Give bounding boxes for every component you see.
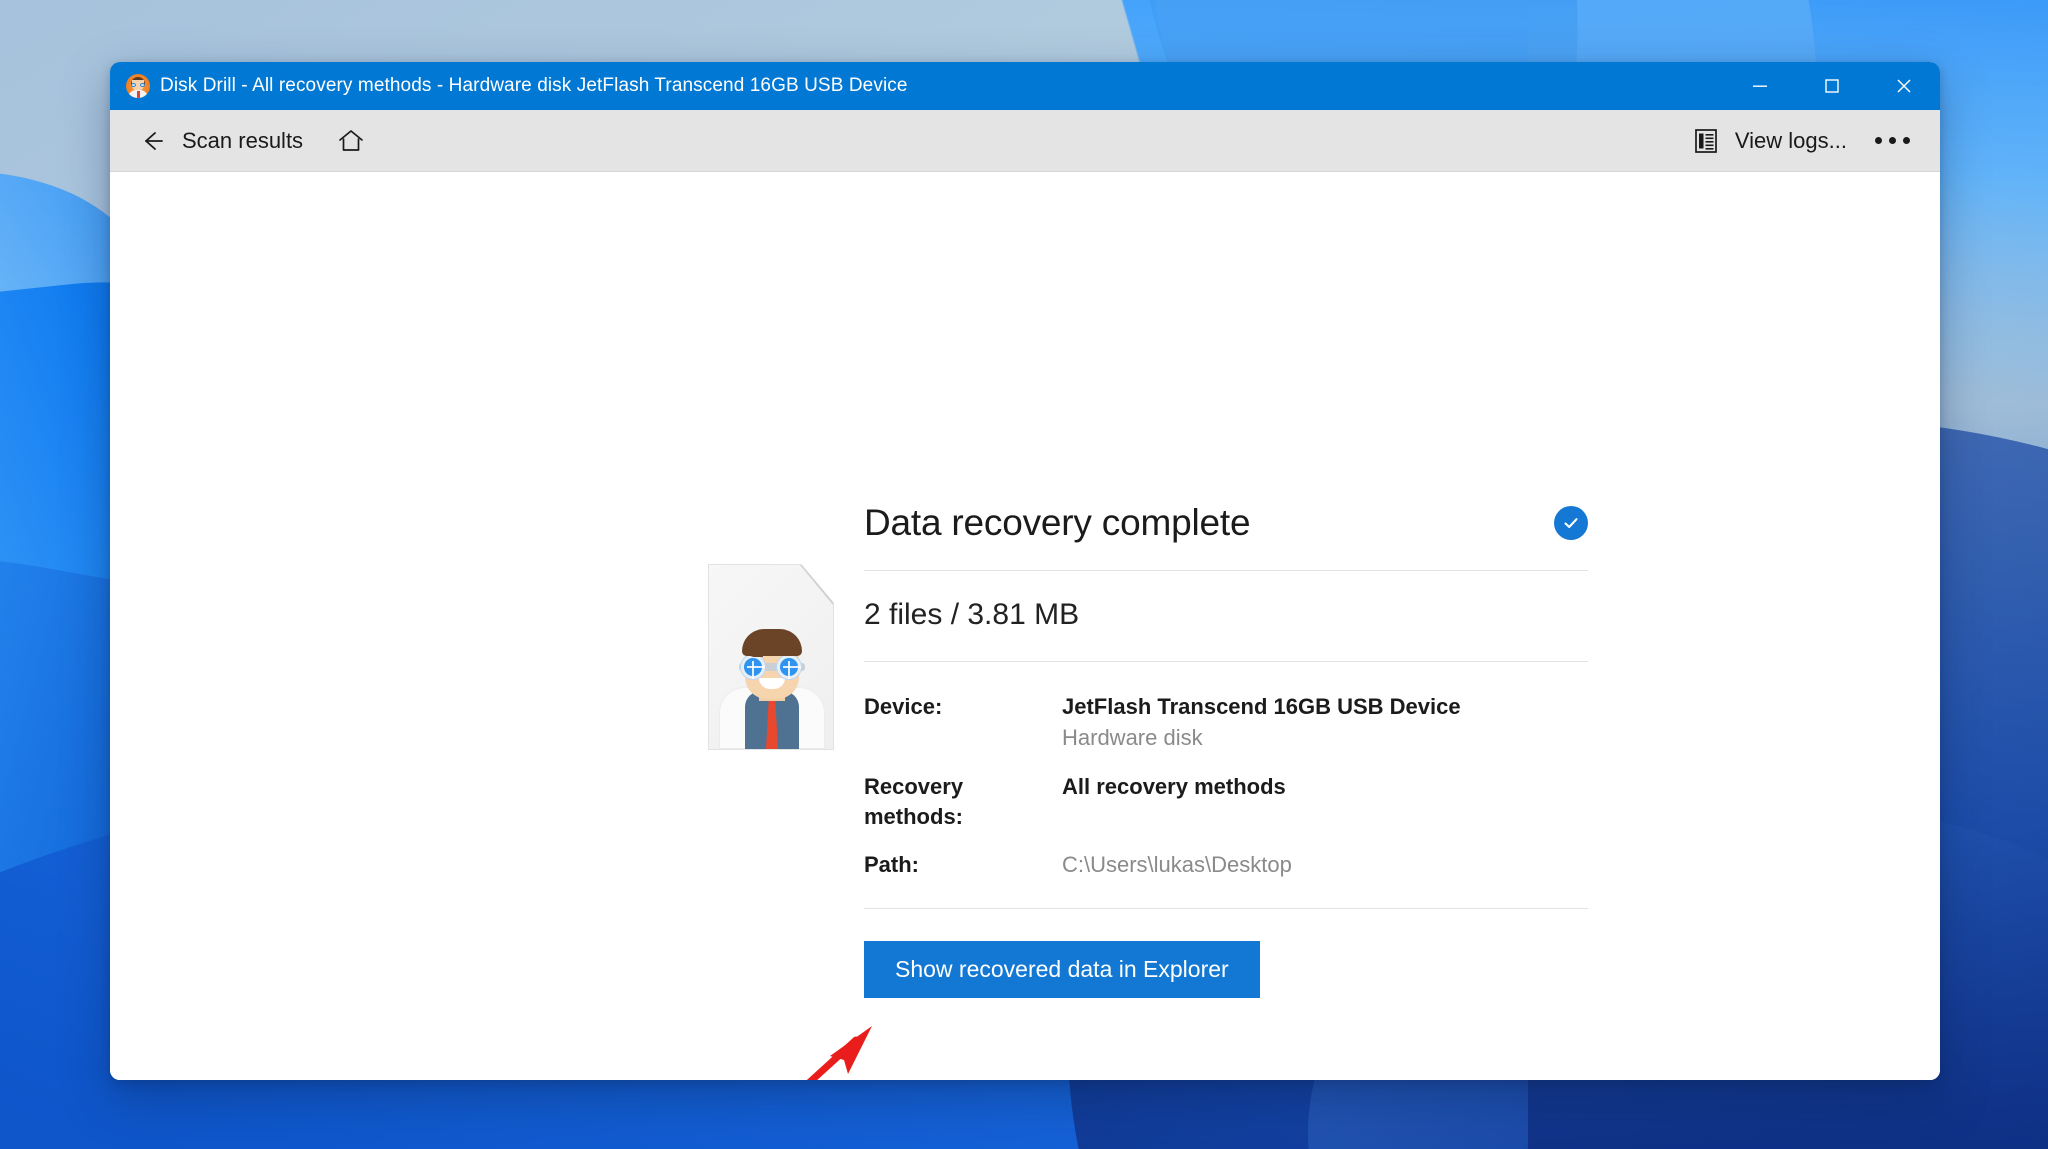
window-title: Disk Drill - All recovery methods - Hard… [160, 75, 908, 96]
back-arrow-icon [145, 131, 163, 150]
detail-label: Path: [864, 852, 919, 877]
content-area: Data recovery complete 2 files / 3.81 MB [110, 172, 1940, 1080]
detail-row-path: Path: C:\Users\lukas\Desktop [864, 850, 1588, 880]
recovery-result-card: Data recovery complete 2 files / 3.81 MB [708, 502, 1588, 998]
headline-row: Data recovery complete [864, 502, 1588, 570]
close-icon [1897, 79, 1911, 93]
more-ellipsis-icon [1875, 137, 1882, 144]
page-title: Data recovery complete [864, 502, 1251, 543]
file-summary: 2 files / 3.81 MB [864, 598, 1080, 631]
minimize-icon [1753, 85, 1767, 87]
checkmark-icon [1564, 518, 1578, 529]
desktop-background: Disk Drill - All recovery methods - Hard… [0, 0, 2048, 1149]
toolbar-right-group: View logs... [1677, 110, 1940, 172]
document-with-scientist-icon [708, 564, 834, 750]
minimize-button[interactable] [1724, 62, 1796, 110]
toolbar-title-label: Scan results [182, 127, 304, 153]
maximize-button[interactable] [1796, 62, 1868, 110]
red-pointer-arrow [806, 1026, 872, 1080]
title-bar: Disk Drill - All recovery methods - Hard… [110, 62, 1940, 110]
detail-row-recovery-methods: Recovery methods: All recovery methods [864, 772, 1588, 832]
action-area: Show recovered data in Explorer [864, 909, 1588, 998]
more-options-button[interactable] [1859, 110, 1940, 172]
detail-label: Device: [864, 694, 943, 719]
home-icon [339, 129, 363, 151]
scan-results-title: Scan results [182, 110, 321, 172]
detail-table: Device: JetFlash Transcend 16GB USB Devi… [864, 662, 1588, 908]
detail-subvalue: Hardware disk [1062, 725, 1203, 750]
home-button[interactable] [321, 110, 381, 172]
detail-value: All recovery methods [1062, 774, 1286, 799]
view-logs-button[interactable]: View logs... [1677, 110, 1859, 172]
show-recovered-data-button[interactable]: Show recovered data in Explorer [864, 941, 1260, 998]
detail-label: Recovery methods: [864, 774, 964, 829]
back-button[interactable] [110, 110, 182, 172]
check-circle-icon [1554, 506, 1588, 540]
detail-value: C:\Users\lukas\Desktop [1062, 852, 1292, 877]
log-document-icon [1695, 128, 1717, 153]
disk-drill-avatar-icon [126, 74, 150, 98]
toolbar: Scan results View logs... [110, 110, 1940, 172]
result-details: Data recovery complete 2 files / 3.81 MB [864, 502, 1588, 998]
more-ellipsis-icon [1903, 137, 1910, 144]
detail-row-device: Device: JetFlash Transcend 16GB USB Devi… [864, 692, 1588, 754]
detail-value: JetFlash Transcend 16GB USB Device [1062, 694, 1461, 719]
view-logs-label: View logs... [1734, 127, 1847, 153]
maximize-icon [1825, 79, 1839, 93]
close-button[interactable] [1868, 62, 1940, 110]
disk-drill-window: Disk Drill - All recovery methods - Hard… [110, 62, 1940, 1080]
window-controls [1724, 62, 1940, 110]
more-ellipsis-icon [1889, 137, 1896, 144]
